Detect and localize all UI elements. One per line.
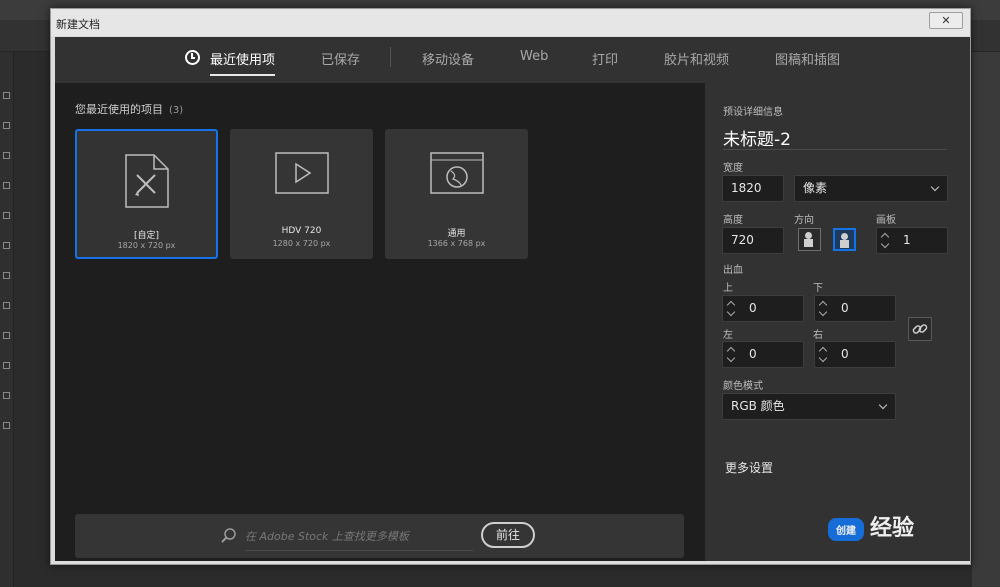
tab-separator (390, 47, 391, 67)
dialog-body: 最近使用项 已保存 移动设备 Web 打印 胶片和视频 图稿和插图 您最近使用的… (55, 37, 970, 561)
unit-select[interactable]: 像素 (794, 175, 948, 202)
recent-heading-label: 您最近使用的项目 (75, 103, 163, 116)
artboards-value: 1 (903, 233, 911, 247)
category-tabs: 最近使用项 已保存 移动设备 Web 打印 胶片和视频 图稿和插图 (55, 37, 970, 83)
portrait-person-icon (805, 232, 812, 239)
color-mode-select[interactable]: RGB 颜色 (722, 393, 896, 420)
tab-mobile[interactable]: 移动设备 (422, 49, 474, 73)
preset-name: 通用 (447, 229, 466, 239)
more-settings-button[interactable]: 更多设置 (725, 459, 773, 476)
unit-select-value: 像素 (803, 181, 828, 195)
recent-count: (3) (169, 105, 184, 116)
video-play-icon (274, 151, 330, 201)
stepper-arrows-icon[interactable] (819, 299, 827, 317)
stepper-arrows-icon[interactable] (819, 345, 827, 363)
recent-items-panel: 您最近使用的项目 (3) [自定] 1820 x 720 px HDV 720 1… (55, 83, 705, 561)
stepper-arrows-icon[interactable] (727, 345, 735, 363)
recent-heading: 您最近使用的项目 (3) (75, 101, 183, 117)
preset-size: 1820 x 720 px (117, 241, 176, 250)
preset-details-panel: 预设详细信息 未标题-2 宽度 1820 像素 高度 方向 画板 720 1 出… (705, 83, 970, 561)
tab-recent[interactable]: 最近使用项 (210, 49, 276, 76)
web-globe-icon (429, 151, 485, 201)
clock-icon (185, 50, 200, 65)
document-name-underline (723, 149, 947, 150)
go-button[interactable]: 前往 (481, 522, 535, 548)
search-icon (221, 528, 237, 548)
bleed-top-stepper[interactable]: 0 (722, 295, 804, 322)
preset-size: 1280 x 720 px (272, 239, 331, 248)
chevron-down-icon (878, 400, 888, 410)
preset-details-label: 预设详细信息 (723, 107, 783, 118)
tab-print[interactable]: 打印 (592, 49, 618, 73)
bleed-bottom-label: 下 (813, 283, 823, 294)
bleed-top-value: 0 (749, 301, 757, 315)
artboards-label: 画板 (876, 215, 896, 226)
height-label: 高度 (723, 215, 743, 226)
tab-web[interactable]: Web (520, 49, 548, 73)
chain-link-icon (909, 324, 931, 344)
tab-saved[interactable]: 已保存 (321, 49, 360, 73)
bleed-label: 出血 (723, 265, 743, 276)
chevron-down-icon (930, 182, 940, 192)
preset-card-web[interactable]: 通用 1366 x 768 px (385, 129, 528, 259)
tab-film[interactable]: 胶片和视频 (664, 49, 729, 73)
landscape-button[interactable] (833, 228, 856, 251)
dialog-titlebar: 新建文档 ✕ (51, 9, 970, 36)
width-input[interactable]: 1820 (722, 175, 784, 202)
tab-art[interactable]: 图稿和插图 (775, 49, 840, 73)
bleed-bottom-value: 0 (841, 301, 849, 315)
bleed-left-label: 左 (723, 330, 733, 341)
app-right-panel (972, 52, 1000, 587)
color-mode-value: RGB 颜色 (731, 399, 785, 413)
preset-name: HDV 720 (281, 226, 322, 236)
preset-card-custom[interactable]: [自定] 1820 x 720 px (75, 129, 218, 259)
bleed-top-label: 上 (723, 283, 733, 294)
bleed-left-stepper[interactable]: 0 (722, 341, 804, 368)
bleed-right-stepper[interactable]: 0 (814, 341, 896, 368)
stepper-arrows-icon[interactable] (727, 299, 735, 317)
color-mode-label: 颜色模式 (723, 381, 763, 392)
preset-size: 1366 x 768 px (427, 239, 486, 248)
bleed-bottom-stepper[interactable]: 0 (814, 295, 896, 322)
stepper-arrows-icon[interactable] (881, 231, 889, 249)
stock-search-bar: 在 Adobe Stock 上查找更多模板 前往 (75, 514, 684, 558)
orientation-label: 方向 (794, 215, 814, 226)
dialog-title: 新建文档 (56, 18, 100, 31)
link-bleed-button[interactable] (908, 317, 932, 341)
document-name-field[interactable]: 未标题-2 (723, 125, 791, 150)
close-button[interactable]: ✕ (929, 12, 963, 29)
preset-card-hdv720[interactable]: HDV 720 1280 x 720 px (230, 129, 373, 259)
bleed-left-value: 0 (749, 347, 757, 361)
bleed-right-value: 0 (841, 347, 849, 361)
app-toolbox (0, 52, 14, 587)
landscape-person-icon (841, 233, 848, 240)
artboards-stepper[interactable]: 1 (876, 227, 948, 254)
stock-search-input[interactable]: 在 Adobe Stock 上查找更多模板 (245, 528, 473, 551)
preset-name: [自定] (133, 231, 160, 241)
new-document-dialog: 新建文档 ✕ 最近使用项 已保存 移动设备 Web 打印 胶片和视频 图稿和插图… (50, 8, 971, 565)
create-button[interactable]: 创建 (828, 517, 864, 541)
custom-doc-icon (124, 153, 170, 213)
width-label: 宽度 (723, 163, 743, 174)
height-input[interactable]: 720 (722, 227, 784, 254)
bleed-right-label: 右 (813, 330, 823, 341)
portrait-button[interactable] (798, 228, 821, 251)
watermark: 创建 经验 (828, 510, 914, 542)
watermark-text: 经验 (870, 516, 915, 541)
